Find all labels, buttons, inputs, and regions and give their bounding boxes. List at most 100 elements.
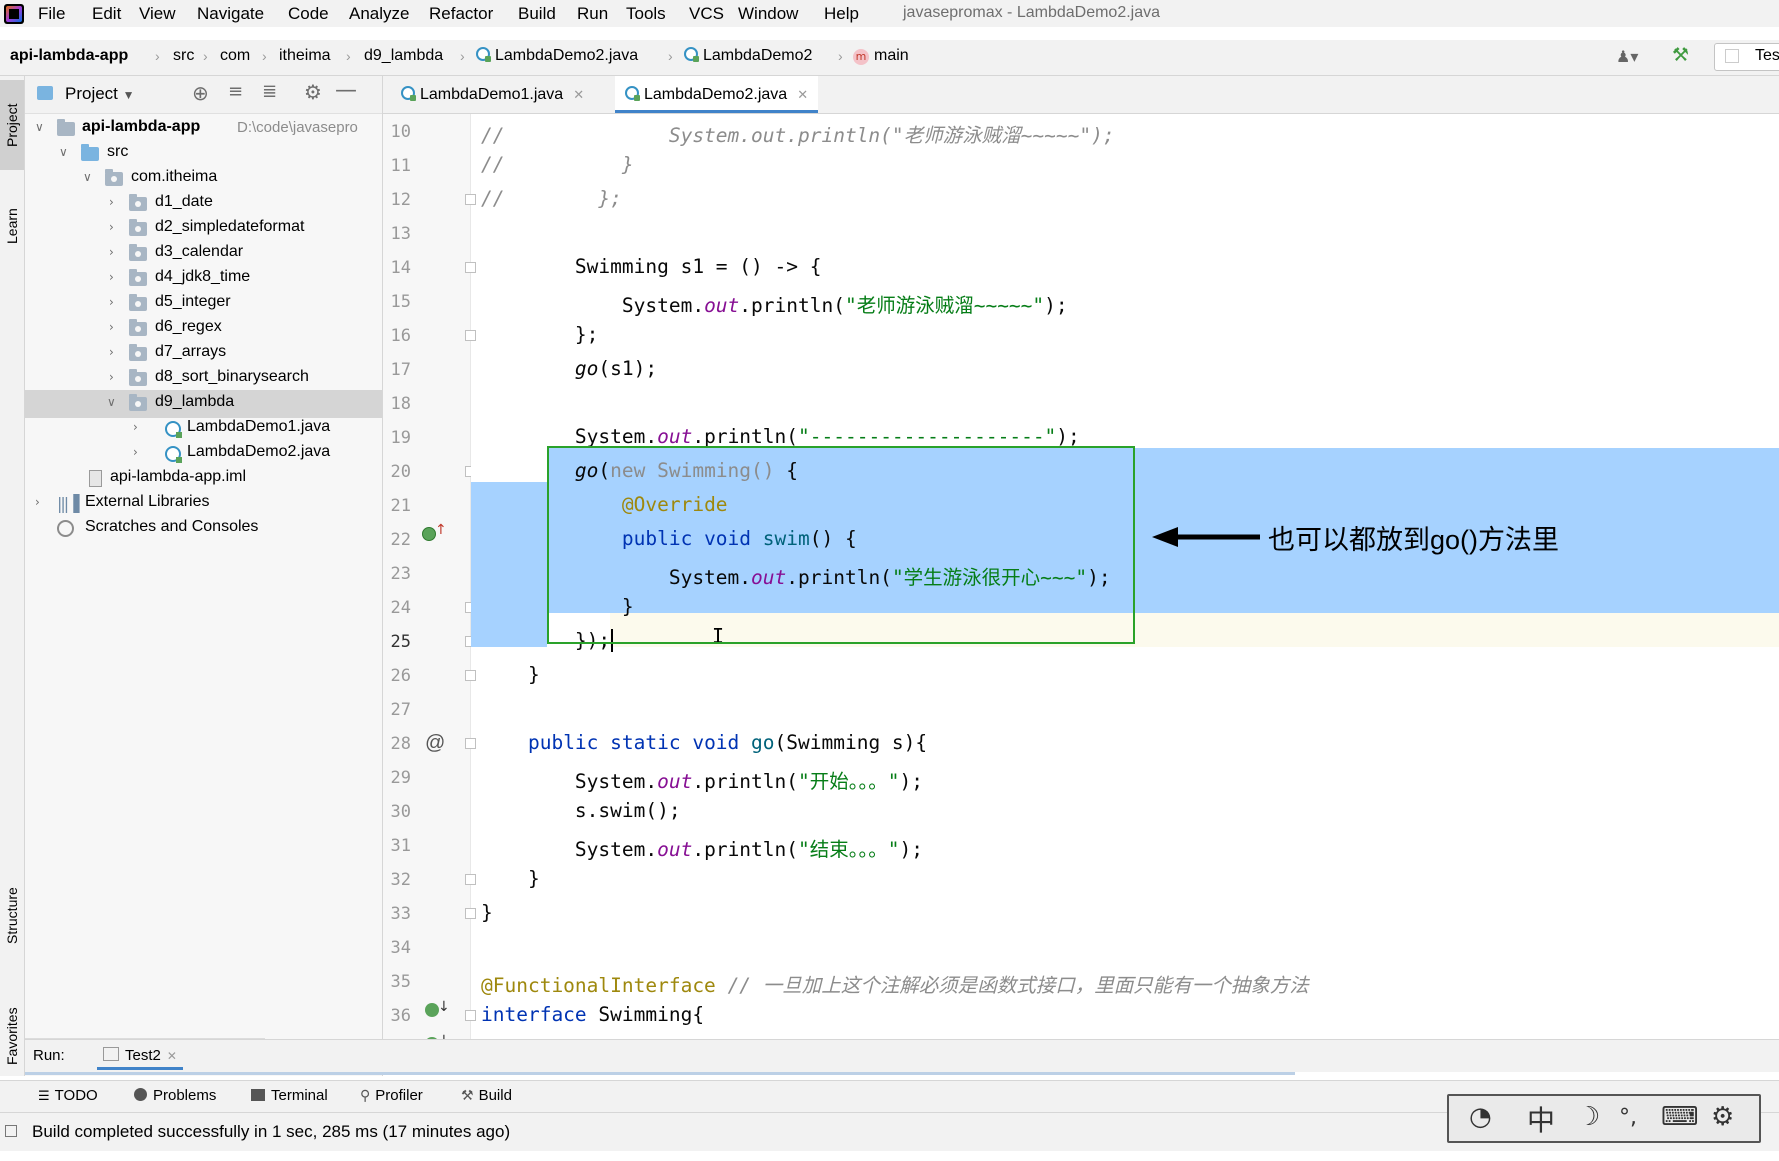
crumb-method[interactable]: m main bbox=[853, 47, 909, 65]
run-tab-test2[interactable]: Test2 ✕ bbox=[97, 1044, 183, 1070]
hide-panel-icon[interactable]: — bbox=[335, 78, 357, 103]
status-toggle-icon[interactable] bbox=[5, 1125, 17, 1137]
profiler-icon: ⚲ bbox=[360, 1088, 371, 1104]
gear-icon[interactable]: ⚙ bbox=[1711, 1102, 1734, 1132]
tree-item-d8-sort-binarysearch[interactable]: › d8_sort_binarysearch bbox=[25, 365, 382, 393]
ime-toolbar: ◔ 中 ☽ °, ⌨ ⚙ bbox=[1447, 1094, 1761, 1143]
menu-window[interactable]: Window bbox=[738, 4, 798, 24]
tree-item-d4-jdk8-time[interactable]: › d4_jdk8_time bbox=[25, 265, 382, 293]
learn-tab-label: Learn bbox=[4, 208, 20, 244]
tree-item-lambdademo1[interactable]: › LambdaDemo1.java bbox=[25, 415, 382, 443]
run-config-selector[interactable]: Tes bbox=[1714, 43, 1779, 71]
implemented-by-icon[interactable] bbox=[425, 1003, 439, 1017]
tool-build[interactable]: ⚒ Build bbox=[461, 1087, 512, 1104]
java-class-icon bbox=[165, 446, 182, 463]
line-number: 11 bbox=[390, 156, 411, 176]
menu-view[interactable]: View bbox=[139, 4, 176, 24]
ime-logo-icon[interactable]: ◔ bbox=[1469, 1102, 1492, 1132]
structure-tool-tab[interactable]: Structure bbox=[0, 866, 24, 966]
menu-navigate[interactable]: Navigate bbox=[197, 4, 264, 24]
tree-item-d1-date[interactable]: › d1_date bbox=[25, 190, 382, 218]
tab-label: LambdaDemo2.java bbox=[644, 86, 788, 103]
menu-code[interactable]: Code bbox=[288, 4, 329, 24]
crumb-class[interactable]: LambdaDemo2 bbox=[684, 47, 812, 65]
crumb-project[interactable]: api-lambda-app bbox=[10, 47, 128, 65]
menu-build[interactable]: Build bbox=[518, 4, 556, 24]
tree-item-package[interactable]: ∨ com.itheima bbox=[25, 165, 382, 193]
tree-item-scratches[interactable]: Scratches and Consoles bbox=[25, 515, 382, 543]
close-icon[interactable]: ✕ bbox=[797, 88, 808, 103]
tree-item-d5-integer[interactable]: › d5_integer bbox=[25, 290, 382, 318]
moon-icon[interactable]: ☽ bbox=[1577, 1102, 1600, 1132]
gear-icon[interactable]: ⚙ bbox=[304, 80, 322, 104]
menu-tools[interactable]: Tools bbox=[626, 4, 666, 24]
menu-file[interactable]: File bbox=[38, 4, 65, 24]
tree-item-d3-calendar[interactable]: › d3_calendar bbox=[25, 240, 382, 268]
chevron-down-icon: ∨ bbox=[35, 120, 44, 134]
project-tab-label: Project bbox=[4, 103, 20, 147]
tab-lambdademo2[interactable]: LambdaDemo2.java ✕ bbox=[615, 76, 819, 113]
tree-item-label: src bbox=[107, 143, 129, 160]
tree-item-iml[interactable]: api-lambda-app.iml bbox=[25, 465, 382, 493]
line-number: 36 bbox=[390, 1006, 411, 1026]
menu-bar: File Edit View Navigate Code Analyze Ref… bbox=[0, 0, 1779, 27]
tree-item-d6-regex[interactable]: › d6_regex bbox=[25, 315, 382, 343]
tree-item-d9-lambda[interactable]: ∨ d9_lambda bbox=[25, 390, 382, 418]
menu-run[interactable]: Run bbox=[577, 4, 608, 24]
tree-item-lambdademo2[interactable]: › LambdaDemo2.java bbox=[25, 440, 382, 468]
keyboard-icon[interactable]: ⌨ bbox=[1661, 1102, 1699, 1132]
tree-item-d7-arrays[interactable]: › d7_arrays bbox=[25, 340, 382, 368]
tool-todo[interactable]: ☰ TODO bbox=[38, 1087, 98, 1104]
tree-item-src[interactable]: ∨ src bbox=[25, 140, 382, 168]
ime-mode-indicator[interactable]: 中 bbox=[1527, 1099, 1555, 1139]
close-icon[interactable]: ✕ bbox=[167, 1049, 177, 1063]
tool-profiler[interactable]: ⚲ Profiler bbox=[360, 1087, 423, 1104]
chevron-right-icon: › bbox=[203, 48, 208, 64]
menu-help[interactable]: Help bbox=[824, 4, 859, 24]
code-line: @FunctionalInterface // 一旦加上这个注解必须是函数式接口… bbox=[481, 974, 1309, 997]
expand-all-icon[interactable]: ≡ bbox=[228, 81, 243, 102]
implements-method-icon[interactable] bbox=[422, 527, 436, 541]
tool-problems[interactable]: Problems bbox=[134, 1087, 216, 1104]
user-icon[interactable]: ♟▾ bbox=[1616, 47, 1638, 67]
close-icon[interactable]: ✕ bbox=[573, 88, 584, 103]
list-icon: ☰ bbox=[38, 1089, 50, 1104]
menu-refactor[interactable]: Refactor bbox=[429, 4, 493, 24]
tree-item-d2-simpledateformat[interactable]: › d2_simpledateformat bbox=[25, 215, 382, 243]
menu-analyze[interactable]: Analyze bbox=[349, 4, 409, 24]
project-view-selector[interactable]: Project ▼ bbox=[65, 84, 135, 104]
favorites-tool-tab[interactable]: Favorites bbox=[0, 986, 24, 1086]
tree-item-label: d7_arrays bbox=[155, 343, 227, 360]
package-icon bbox=[129, 244, 147, 261]
tab-lambdademo1[interactable]: LambdaDemo1.java ✕ bbox=[391, 76, 594, 113]
crumb-src[interactable]: src bbox=[173, 47, 194, 65]
override-marker-icon[interactable]: @ bbox=[425, 732, 445, 755]
locate-icon[interactable]: ⊕ bbox=[192, 81, 209, 105]
menu-edit[interactable]: Edit bbox=[92, 4, 121, 24]
java-class-icon bbox=[476, 47, 491, 62]
crumb-d9-lambda[interactable]: d9_lambda bbox=[364, 47, 443, 65]
collapse-all-icon[interactable]: ≣ bbox=[262, 81, 277, 102]
code-line: System.out.println("--------------------… bbox=[481, 425, 1080, 448]
line-number: 27 bbox=[390, 700, 411, 720]
package-icon bbox=[129, 269, 147, 286]
project-tool-tab[interactable]: Project bbox=[0, 80, 24, 170]
tool-terminal[interactable]: Terminal bbox=[251, 1087, 328, 1104]
tree-item-label: d6_regex bbox=[155, 318, 222, 335]
crumb-file[interactable]: LambdaDemo2.java bbox=[476, 47, 638, 65]
run-config-icon bbox=[103, 1047, 119, 1061]
menu-vcs[interactable]: VCS bbox=[689, 4, 724, 24]
chevron-right-icon: › bbox=[133, 445, 138, 459]
tree-item-project-root[interactable]: ∨ api-lambda-app D:\code\javasepro bbox=[25, 115, 382, 143]
build-hammer-icon[interactable]: ⚒ bbox=[1672, 44, 1689, 67]
crumb-com[interactable]: com bbox=[220, 47, 250, 65]
learn-tool-tab[interactable]: Learn bbox=[0, 181, 24, 271]
structure-tab-label: Structure bbox=[4, 887, 20, 945]
intellij-logo-icon bbox=[4, 4, 24, 24]
crumb-itheima[interactable]: itheima bbox=[279, 47, 331, 65]
line-number: 30 bbox=[390, 802, 411, 822]
line-number: 26 bbox=[390, 666, 411, 686]
punctuation-icon[interactable]: °, bbox=[1619, 1105, 1637, 1130]
tree-item-label: LambdaDemo2.java bbox=[187, 443, 331, 460]
tree-item-external-libraries[interactable]: › |||▐ External Libraries bbox=[25, 490, 382, 518]
